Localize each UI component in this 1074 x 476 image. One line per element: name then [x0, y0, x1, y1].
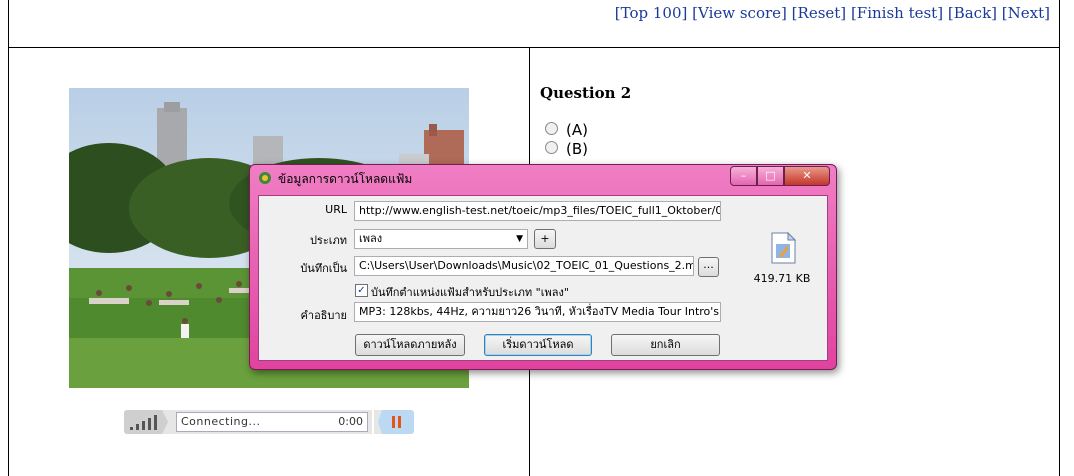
top-navigation: [Top 100] [View score] [Reset] [Finish t…	[0, 0, 1074, 48]
next-link[interactable]: [Next]	[1002, 4, 1050, 22]
file-size: 419.71 KB	[753, 272, 811, 285]
category-label: ประเภท	[309, 234, 347, 247]
save-path-field[interactable]: C:\Users\User\Downloads\Music\02_TOEIC_0…	[354, 256, 694, 276]
table-border-top	[8, 47, 1060, 48]
reset-link[interactable]: [Reset]	[792, 4, 846, 22]
player-status-text: Connecting...	[181, 415, 261, 428]
table-border-right	[1059, 0, 1060, 476]
pause-button[interactable]	[374, 410, 414, 434]
description-label: คำอธิบาย	[300, 309, 347, 322]
category-value: เพลง	[359, 232, 383, 245]
start-download-button[interactable]: เริ่มดาวน์โหลด	[484, 334, 592, 356]
description-field[interactable]: MP3: 128kbs, 44Hz, ความยาว26 วินาที, หัว…	[354, 302, 721, 322]
remember-location-label: บันทึกตำแหน่งแฟ้มสำหรับประเภท "เพลง"	[371, 286, 569, 299]
nav-links: [Top 100] [View score] [Reset] [Finish t…	[615, 4, 1050, 22]
player-status-field: Connecting... 0:00	[176, 412, 368, 432]
download-later-button[interactable]: ดาวน์โหลดภายหลัง	[355, 334, 465, 356]
pause-icon	[374, 410, 401, 434]
download-info-dialog: ข้อมูลการดาวน์โหลดแฟ้ม – □ ✕ URL http://…	[249, 164, 837, 370]
radio-option-a[interactable]	[545, 122, 558, 135]
minimize-button[interactable]: –	[730, 166, 757, 186]
audio-file-icon	[769, 231, 797, 264]
option-a[interactable]: (A)	[545, 121, 588, 139]
remember-location-checkbox[interactable]: ✓	[355, 284, 368, 297]
cancel-button[interactable]: ยกเลิก	[611, 334, 720, 356]
category-select[interactable]: เพลง ▼	[354, 229, 528, 249]
radio-option-b[interactable]	[545, 141, 558, 154]
option-b-label: (B)	[566, 140, 588, 158]
finish-test-link[interactable]: [Finish test]	[851, 4, 943, 22]
dialog-body: URL http://www.english-test.net/toeic/mp…	[258, 195, 828, 361]
app-icon	[259, 172, 271, 184]
chevron-down-icon: ▼	[516, 234, 523, 244]
signal-bars-icon	[124, 410, 172, 434]
browse-button[interactable]: ...	[698, 257, 719, 277]
save-as-label: บันทึกเป็น	[300, 262, 347, 275]
url-label: URL	[325, 203, 347, 216]
option-a-label: (A)	[566, 121, 588, 139]
question-title: Question 2	[540, 84, 632, 102]
top-100-link[interactable]: [Top 100]	[615, 4, 688, 22]
maximize-button[interactable]: □	[757, 166, 784, 186]
view-score-link[interactable]: [View score]	[692, 4, 787, 22]
table-border-left	[8, 0, 9, 476]
back-link[interactable]: [Back]	[948, 4, 997, 22]
close-button[interactable]: ✕	[784, 166, 830, 186]
url-field[interactable]: http://www.english-test.net/toeic/mp3_fi…	[354, 201, 721, 221]
add-category-button[interactable]: +	[534, 229, 556, 249]
dialog-title: ข้อมูลการดาวน์โหลดแฟ้ม	[278, 172, 413, 186]
audio-player: Connecting... 0:00	[124, 410, 414, 434]
option-b[interactable]: (B)	[545, 140, 588, 158]
dialog-titlebar[interactable]: ข้อมูลการดาวน์โหลดแฟ้ม – □ ✕	[250, 165, 836, 191]
player-time: 0:00	[338, 415, 363, 428]
window-controls: – □ ✕	[730, 166, 830, 186]
